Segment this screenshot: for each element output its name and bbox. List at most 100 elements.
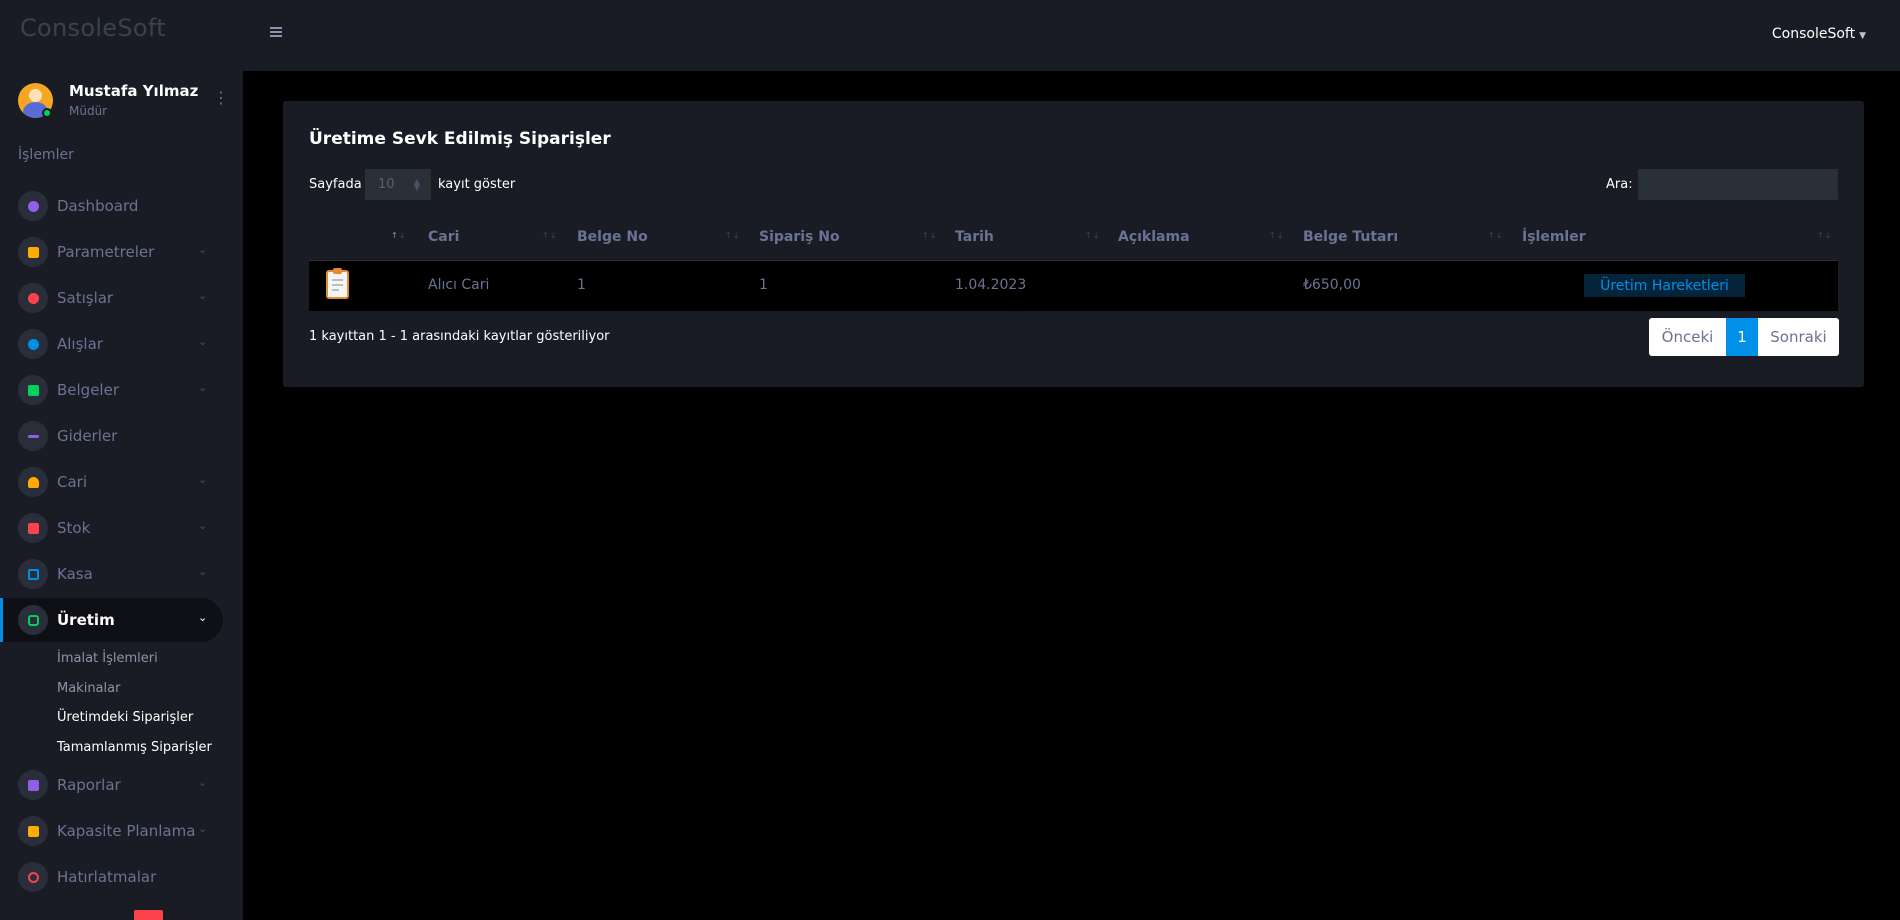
user-profile: Mustafa Yılmaz Müdür ⋮	[18, 82, 229, 122]
chevron-down-icon: ⌄	[198, 289, 208, 302]
chevron-down-icon: ⌄	[198, 473, 208, 486]
previous-page-button[interactable]: Önceki	[1649, 318, 1726, 356]
select-arrows-icon: ▲ ▼	[413, 177, 420, 192]
caret-down-icon: ▼	[1859, 31, 1866, 41]
sort-icon[interactable]: ↑↓	[1488, 231, 1503, 240]
table-info: 1 kayıttan 1 - 1 arasındaki kayıtlar gös…	[309, 329, 610, 344]
notification-badge	[134, 910, 163, 920]
brand-logo[interactable]: ConsoleSoft	[20, 14, 166, 42]
page-title: Üretime Sevk Edilmiş Siparişler	[309, 129, 611, 149]
expenses-icon	[18, 421, 48, 451]
sort-icon[interactable]: ↑↓	[1085, 231, 1100, 240]
pagination: Önceki 1 Sonraki	[1649, 318, 1839, 356]
sidebar-item-kasa[interactable]: Kasa ⌄	[0, 552, 223, 596]
reports-icon	[18, 770, 48, 800]
sort-icon[interactable]: ↑↓	[922, 231, 937, 240]
chevron-down-icon: ⌄	[198, 611, 208, 624]
parameters-icon	[18, 237, 48, 267]
sidebar-item-label: Kasa	[57, 565, 93, 583]
sidebar-item-cari[interactable]: Cari ⌄	[0, 460, 223, 504]
speedometer-icon	[18, 191, 48, 221]
production-movements-button[interactable]: Üretim Hareketleri	[1584, 274, 1745, 297]
chevron-down-icon: ⌄	[198, 243, 208, 256]
sidebar-item-label: Giderler	[57, 427, 118, 445]
orders-table: ↑↓ Cari ↑↓ Belge No ↑↓ Sipariş No ↑↓ Tar…	[309, 214, 1838, 311]
reminder-icon	[18, 862, 48, 892]
clipboard-icon	[326, 268, 349, 299]
sidebar-item-label: Belgeler	[57, 381, 119, 399]
sidebar-item-label: Cari	[57, 473, 87, 491]
chevron-down-icon: ⌄	[198, 822, 208, 835]
purchases-icon	[18, 329, 48, 359]
sidebar-item-kapasite-planlama[interactable]: Kapasite Planlama ⌄	[0, 809, 223, 853]
accounts-icon	[18, 467, 48, 497]
table-header: ↑↓ Cari ↑↓ Belge No ↑↓ Sipariş No ↑↓ Tar…	[309, 214, 1838, 261]
sidebar-item-parametreler[interactable]: Parametreler ⌄	[0, 230, 223, 274]
sidebar-item-label: Üretim	[57, 611, 115, 629]
profile-name: Mustafa Yılmaz	[69, 82, 199, 100]
sidebar-item-stok[interactable]: Stok ⌄	[0, 506, 223, 550]
submenu-makinalar[interactable]: Makinalar	[57, 681, 120, 696]
submenu-uretimdeki-siparisler[interactable]: Üretimdeki Siparişler	[57, 710, 193, 725]
table-row: Alıcı Cari 1 1 1.04.2023 ₺650,00 Üretim …	[309, 261, 1838, 311]
sidebar-item-hatirlatmalar[interactable]: Hatırlatmalar	[0, 855, 223, 899]
next-page-button[interactable]: Sonraki	[1758, 318, 1839, 356]
chevron-down-icon: ⌄	[198, 565, 208, 578]
sidebar-section-title: İşlemler	[18, 147, 74, 163]
orders-card: Üretime Sevk Edilmiş Siparişler Sayfada …	[283, 101, 1864, 387]
sidebar-item-dashboard[interactable]: Dashboard	[0, 184, 223, 228]
chevron-down-icon: ⌄	[198, 776, 208, 789]
more-vertical-icon[interactable]: ⋮	[213, 88, 229, 108]
cell-belge-tutari: ₺650,00	[1303, 277, 1361, 293]
sort-icon[interactable]: ↑↓	[1817, 231, 1832, 240]
documents-icon	[18, 375, 48, 405]
sidebar-item-label: Parametreler	[57, 243, 155, 261]
column-header-islemler[interactable]: İşlemler	[1522, 229, 1586, 245]
sidebar-item-label: Satışlar	[57, 289, 114, 307]
sort-icon[interactable]: ↑↓	[542, 231, 557, 240]
column-header-siparis-no[interactable]: Sipariş No	[759, 229, 840, 245]
menu-toggle-icon[interactable]	[270, 27, 282, 39]
page-length-label: Sayfada	[309, 177, 362, 192]
current-page-button[interactable]: 1	[1726, 318, 1758, 356]
sidebar-item-label: Dashboard	[57, 197, 139, 215]
column-header-belge-no[interactable]: Belge No	[577, 229, 648, 245]
sidebar-item-alislar[interactable]: Alışlar ⌄	[0, 322, 223, 366]
sales-icon	[18, 283, 48, 313]
chevron-down-icon: ⌄	[198, 381, 208, 394]
sidebar-item-label: Kapasite Planlama	[57, 822, 196, 840]
cell-tarih: 1.04.2023	[955, 277, 1027, 293]
page-length-suffix: kayıt göster	[438, 177, 516, 192]
sidebar-item-label: Raporlar	[57, 776, 121, 794]
production-icon	[18, 605, 48, 635]
sidebar: ConsoleSoft Mustafa Yılmaz Müdür ⋮ İşlem…	[0, 0, 243, 920]
column-header-cari[interactable]: Cari	[428, 229, 459, 245]
profile-role: Müdür	[69, 104, 108, 118]
sidebar-item-belgeler[interactable]: Belgeler ⌄	[0, 368, 223, 412]
cell-cari: Alıcı Cari	[428, 277, 490, 293]
column-header-belge-tutari[interactable]: Belge Tutarı	[1303, 229, 1398, 245]
topbar: ConsoleSoft ▼	[243, 0, 1900, 71]
sidebar-item-label: Stok	[57, 519, 91, 537]
page-length-value: 10	[378, 177, 395, 192]
page-length-select[interactable]: 10 ▲ ▼	[365, 169, 431, 200]
top-user-name: ConsoleSoft	[1771, 26, 1856, 42]
sidebar-item-giderler[interactable]: Giderler	[0, 414, 223, 458]
column-header-tarih[interactable]: Tarih	[955, 229, 994, 245]
top-user-menu[interactable]: ConsoleSoft ▼	[1772, 26, 1866, 42]
stock-icon	[18, 513, 48, 543]
search-input[interactable]	[1638, 169, 1838, 200]
sort-icon[interactable]: ↑↓	[391, 231, 406, 240]
submenu-imalat-islemleri[interactable]: İmalat İşlemleri	[57, 651, 158, 666]
column-header-aciklama[interactable]: Açıklama	[1118, 229, 1190, 245]
submenu-tamamlanmis-siparisler[interactable]: Tamamlanmış Siparişler	[57, 740, 212, 755]
online-status-dot	[42, 108, 52, 118]
sidebar-item-raporlar[interactable]: Raporlar ⌄	[0, 763, 223, 807]
cell-siparis-no: 1	[759, 277, 768, 293]
sidebar-item-uretim[interactable]: Üretim ⌄	[0, 598, 223, 642]
sort-icon[interactable]: ↑↓	[1269, 231, 1284, 240]
sort-icon[interactable]: ↑↓	[725, 231, 740, 240]
cashbox-icon	[18, 559, 48, 589]
chevron-down-icon: ⌄	[198, 335, 208, 348]
sidebar-item-satislar[interactable]: Satışlar ⌄	[0, 276, 223, 320]
